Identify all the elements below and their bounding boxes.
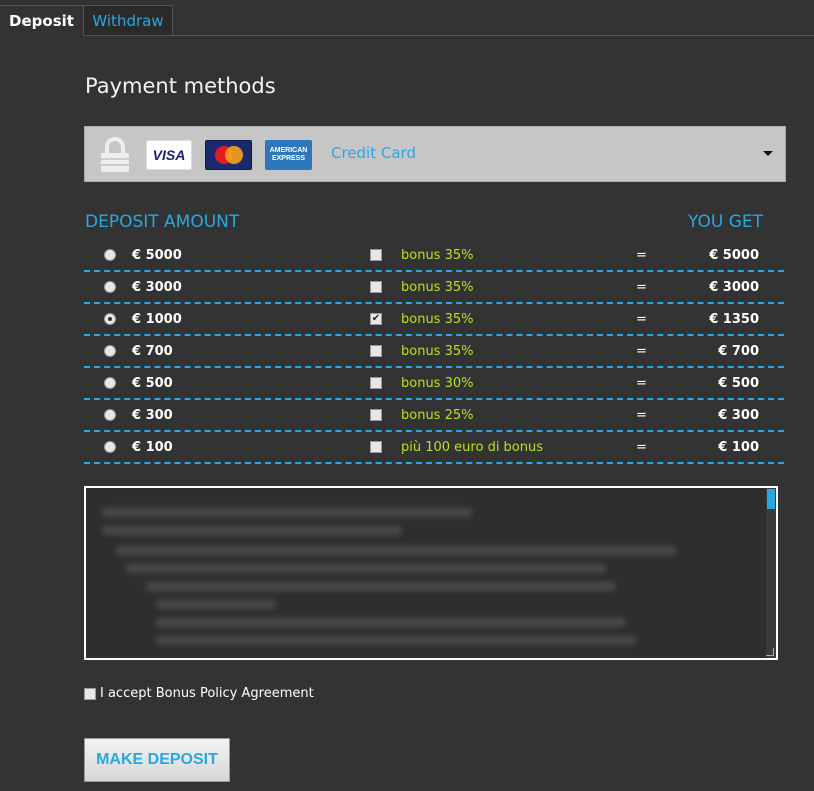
bonus-label: bonus 35% (401, 312, 474, 327)
equals-sign: = (636, 248, 647, 263)
lock-icon (101, 137, 129, 172)
you-get-value: € 500 (718, 376, 759, 391)
resize-grip-icon[interactable] (766, 648, 774, 656)
you-get-value: € 5000 (709, 248, 759, 263)
blurred-text-line (102, 526, 402, 535)
amount-radio[interactable] (104, 377, 116, 389)
amount-radio-selected[interactable] (104, 313, 116, 325)
deposit-option-row: € 3000 bonus 35% = € 3000 (84, 272, 784, 304)
bonus-checkbox[interactable] (370, 441, 382, 453)
amount-label: € 500 (132, 376, 173, 391)
amount-label: € 5000 (132, 248, 182, 263)
amount-radio[interactable] (104, 345, 116, 357)
equals-sign: = (636, 312, 647, 327)
you-get-value: € 100 (718, 440, 759, 455)
make-deposit-button[interactable]: MAKE DEPOSIT (84, 738, 230, 782)
bonus-label: bonus 35% (401, 248, 474, 263)
policy-scrollbar[interactable] (766, 488, 776, 658)
bonus-label: bonus 25% (401, 408, 474, 423)
amount-radio[interactable] (104, 441, 116, 453)
tab-deposit[interactable]: Deposit (0, 5, 84, 36)
you-get-value: € 3000 (709, 280, 759, 295)
deposit-option-row: € 500 bonus 30% = € 500 (84, 368, 784, 400)
payment-method-select[interactable]: VISA AMERICAN EXPRESS Credit Card (84, 126, 786, 182)
blurred-text-line (156, 600, 276, 609)
bonus-checkbox[interactable] (370, 345, 382, 357)
amount-radio[interactable] (104, 409, 116, 421)
amex-card-icon: AMERICAN EXPRESS (265, 140, 312, 170)
amount-label: € 100 (132, 440, 173, 455)
accept-policy-checkbox[interactable] (84, 687, 96, 700)
amount-label: € 700 (132, 344, 173, 359)
bonus-checkbox[interactable] (370, 409, 382, 421)
equals-sign: = (636, 280, 647, 295)
blurred-text-line (116, 546, 676, 555)
amount-radio[interactable] (104, 249, 116, 261)
payment-method-label: Credit Card (331, 144, 416, 162)
page-title: Payment methods (85, 74, 276, 98)
deposit-option-row: € 1000 ✔ bonus 35% = € 1350 (84, 304, 784, 336)
accept-policy-label: I accept Bonus Policy Agreement (100, 686, 314, 701)
tab-withdraw[interactable]: Withdraw (84, 5, 173, 36)
deposit-option-row: € 5000 bonus 35% = € 5000 (84, 240, 784, 272)
tab-bar: Deposit Withdraw (0, 0, 814, 36)
deposit-options-list: € 5000 bonus 35% = € 5000 € 3000 bonus 3… (84, 240, 784, 464)
equals-sign: = (636, 408, 647, 423)
you-get-header: YOU GET (688, 212, 763, 232)
bonus-label: più 100 euro di bonus (401, 440, 544, 455)
scrollbar-thumb[interactable] (767, 489, 775, 509)
amount-label: € 3000 (132, 280, 182, 295)
blurred-text-line (156, 636, 636, 645)
visa-card-icon: VISA (146, 140, 192, 170)
amount-radio[interactable] (104, 281, 116, 293)
deposit-option-row: € 100 più 100 euro di bonus = € 100 (84, 432, 784, 464)
bonus-checkbox[interactable] (370, 377, 382, 389)
blurred-text-line (156, 618, 626, 627)
mastercard-icon (205, 140, 252, 170)
accept-policy: I accept Bonus Policy Agreement (84, 686, 314, 701)
mastercard-logo-icon (214, 146, 243, 164)
amount-label: € 1000 (132, 312, 182, 327)
bonus-label: bonus 30% (401, 376, 474, 391)
deposit-option-row: € 300 bonus 25% = € 300 (84, 400, 784, 432)
equals-sign: = (636, 344, 647, 359)
deposit-amount-header: DEPOSIT AMOUNT (85, 212, 240, 232)
bonus-label: bonus 35% (401, 344, 474, 359)
bonus-label: bonus 35% (401, 280, 474, 295)
deposit-option-row: € 700 bonus 35% = € 700 (84, 336, 784, 368)
bonus-policy-textarea[interactable] (84, 486, 778, 660)
blurred-text-line (126, 564, 606, 573)
bonus-checkbox-checked[interactable]: ✔ (370, 313, 382, 325)
you-get-value: € 300 (718, 408, 759, 423)
bonus-checkbox[interactable] (370, 249, 382, 261)
equals-sign: = (636, 440, 647, 455)
bonus-checkbox[interactable] (370, 281, 382, 293)
blurred-text-line (102, 508, 472, 517)
blurred-text-line (146, 582, 616, 591)
amount-label: € 300 (132, 408, 173, 423)
you-get-value: € 1350 (709, 312, 759, 327)
you-get-value: € 700 (718, 344, 759, 359)
caret-down-icon (763, 151, 773, 156)
equals-sign: = (636, 376, 647, 391)
